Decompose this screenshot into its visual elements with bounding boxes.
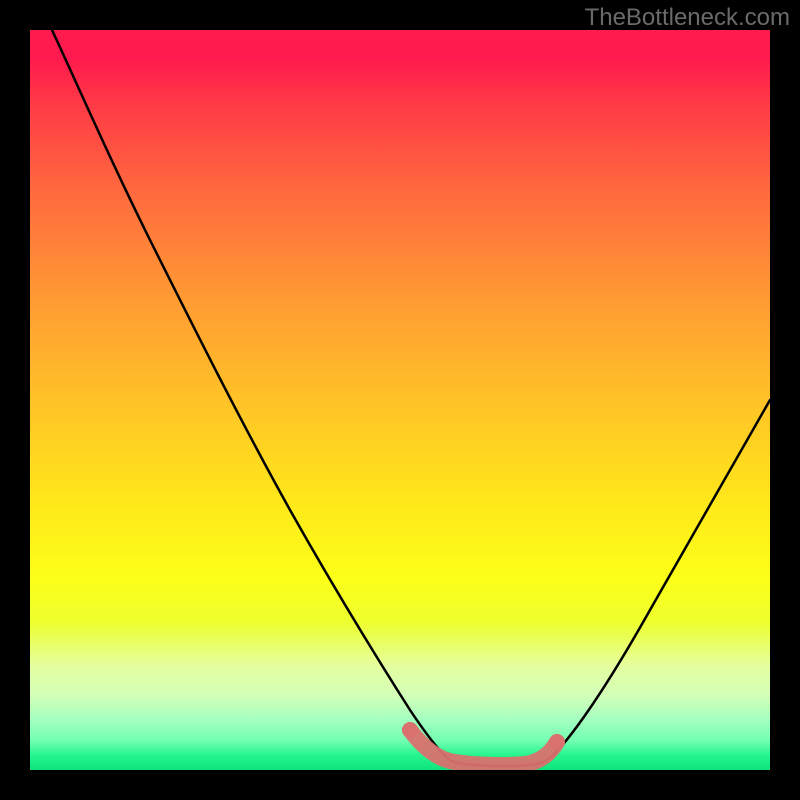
chart-container: TheBottleneck.com — [0, 0, 800, 800]
watermark-text: TheBottleneck.com — [585, 4, 790, 32]
plot-area — [30, 30, 770, 770]
highlight-end-dot — [549, 734, 565, 750]
bottleneck-curve-path — [52, 30, 770, 766]
highlight-band-path — [410, 730, 557, 765]
highlight-start-dot — [402, 722, 418, 738]
curve-svg — [30, 30, 770, 770]
